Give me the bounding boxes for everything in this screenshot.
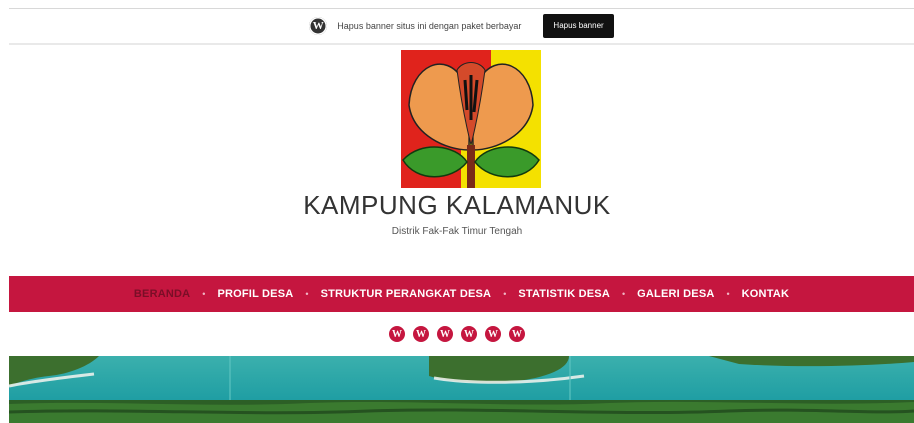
- social-links: W W W W W W: [0, 326, 914, 342]
- wordpress-icon: W: [309, 17, 328, 35]
- wordpress-icon[interactable]: W: [461, 326, 477, 342]
- site-logo[interactable]: [401, 50, 541, 188]
- nav-separator: •: [621, 289, 626, 299]
- wordpress-icon[interactable]: W: [389, 326, 405, 342]
- nav-separator: •: [503, 289, 507, 299]
- nav-item-statistik-desa[interactable]: STATISTIK DESA: [518, 288, 610, 300]
- header-image: [9, 356, 914, 423]
- nav-item-beranda[interactable]: BERANDA: [134, 288, 190, 300]
- wordpress-icon[interactable]: W: [485, 326, 501, 342]
- site-tagline: Distrik Fak-Fak Timur Tengah: [391, 226, 523, 237]
- nav-separator: •: [726, 289, 730, 299]
- wordpress-icon[interactable]: W: [437, 326, 453, 342]
- nav-item-kontak[interactable]: KONTAK: [742, 288, 789, 300]
- remove-banner-button[interactable]: Hapus banner: [543, 14, 614, 38]
- site-title[interactable]: KAMPUNG KALAMANUK: [0, 190, 914, 221]
- upgrade-banner: W Hapus banner situs ini dengan paket be…: [9, 9, 914, 45]
- nav-item-struktur-perangkat-desa[interactable]: STRUKTUR PERANGKAT DESA: [321, 288, 492, 300]
- nav-item-profil-desa[interactable]: PROFIL DESA: [217, 288, 293, 300]
- wordpress-icon[interactable]: W: [509, 326, 525, 342]
- wordpress-icon[interactable]: W: [413, 326, 429, 342]
- nav-separator: •: [202, 289, 206, 299]
- main-navigation: BERANDA • PROFIL DESA • STRUKTUR PERANGK…: [9, 276, 914, 312]
- nav-item-galeri-desa[interactable]: GALERI DESA: [637, 288, 714, 300]
- nav-separator: •: [305, 289, 309, 299]
- banner-text: Hapus banner situs ini dengan paket berb…: [337, 21, 522, 31]
